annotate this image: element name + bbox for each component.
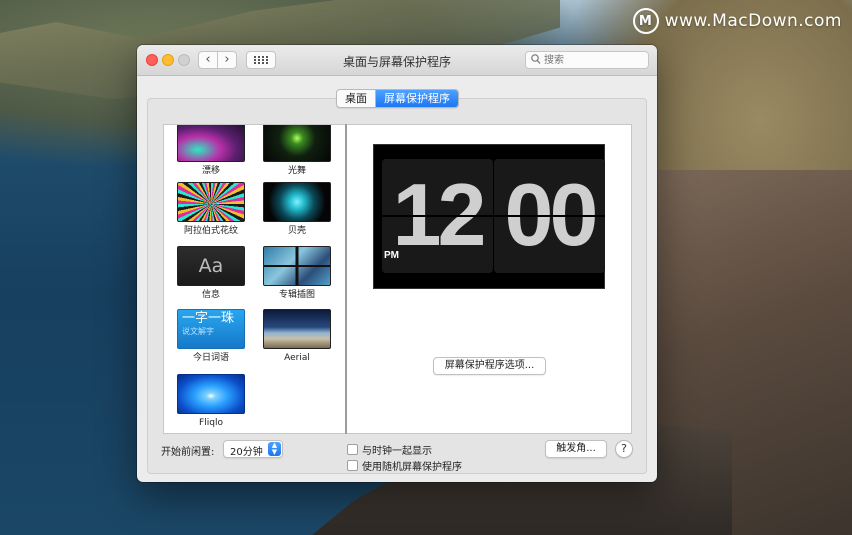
saver-label: 贝壳 — [287, 226, 306, 236]
start-after-value: 20分钟 — [230, 447, 263, 458]
checkbox-box[interactable] — [347, 460, 358, 471]
saver-label: 阿拉伯式花纹 — [183, 226, 238, 236]
fliqlo-thumbnail — [177, 374, 245, 414]
checkbox-box[interactable] — [347, 444, 358, 455]
shell-thumbnail — [263, 182, 331, 222]
drift-thumbnail — [177, 125, 245, 162]
random-saver-checkbox[interactable]: 使用随机屏幕保护程序 — [347, 458, 462, 473]
word-thumb-text: 一字一珠 — [182, 311, 235, 326]
search-icon — [531, 54, 541, 64]
show-with-clock-checkbox[interactable]: 与时钟一起显示 — [347, 442, 432, 457]
preferences-window: ‹ › 桌面与屏幕保护程序 桌面 屏幕保护程序 — [137, 45, 657, 482]
checkbox-label: 与时钟一起显示 — [362, 446, 432, 457]
help-button[interactable]: ? — [615, 440, 633, 458]
word-of-day-thumbnail: 一字一珠 说文解字 — [177, 309, 245, 349]
album-artwork-thumbnail — [263, 246, 331, 286]
flip-clock-preview: 12 00 PM — [373, 144, 605, 289]
arabesque-thumbnail — [177, 182, 245, 222]
saver-item-fliqlo[interactable]: Fliqlo — [168, 374, 254, 429]
minute-card: 00 — [494, 159, 605, 273]
title-bar: ‹ › 桌面与屏幕保护程序 — [137, 45, 657, 76]
saver-item-arabesque[interactable]: 阿拉伯式花纹 — [168, 182, 254, 237]
saver-item-flurry[interactable]: 光舞 — [254, 125, 340, 177]
card-seam — [494, 215, 605, 217]
saver-label: Aerial — [284, 353, 310, 363]
saver-label: 信息 — [201, 290, 220, 300]
start-after-label: 开始前闲置: — [161, 447, 215, 458]
ampm-label: PM — [384, 250, 399, 261]
watermark: M www.MacDown.com — [632, 8, 842, 34]
tab-desktop[interactable]: 桌面 — [337, 90, 375, 107]
message-thumbnail: Aa — [177, 246, 245, 286]
saver-item-shell[interactable]: 贝壳 — [254, 182, 340, 237]
saver-label: 专辑插图 — [278, 290, 315, 300]
saver-item-word-of-day[interactable]: 一字一珠 说文解字 今日词语 — [168, 309, 254, 364]
tab-screen-saver[interactable]: 屏幕保护程序 — [375, 90, 458, 107]
search-input[interactable] — [544, 53, 644, 67]
hot-corners-button[interactable]: 触发角... — [545, 440, 607, 458]
saver-item-aerial[interactable]: Aerial — [254, 309, 340, 364]
tab-bar: 桌面 屏幕保护程序 — [336, 89, 459, 108]
checkbox-label: 使用随机屏幕保护程序 — [362, 462, 462, 473]
screen-saver-list[interactable]: 漂移 光舞 阿拉伯式花纹 贝壳 Aa 信息 专辑插图 一字一珠 说文解字 今日词 — [163, 124, 346, 434]
saver-item-drift[interactable]: 漂移 — [168, 125, 254, 177]
aerial-thumbnail — [263, 309, 331, 349]
search-field[interactable] — [525, 51, 649, 69]
saver-label: 漂移 — [201, 166, 220, 176]
chevron-updown-icon: ▲ ▼ — [268, 442, 281, 456]
saver-item-album-artwork[interactable]: 专辑插图 — [254, 246, 340, 301]
watermark-text: www.MacDown.com — [664, 11, 842, 31]
word-thumb-sub: 说文解字 — [182, 327, 214, 336]
pane-divider[interactable] — [345, 124, 347, 434]
watermark-logo-icon: M — [632, 8, 659, 34]
screen-saver-options-button[interactable]: 屏幕保护程序选项... — [433, 357, 546, 375]
card-seam — [382, 215, 493, 217]
flurry-thumbnail — [263, 125, 331, 162]
start-after-select[interactable]: 20分钟 ▲ ▼ — [223, 440, 283, 458]
saver-label: 今日词语 — [192, 353, 229, 363]
saver-label: 光舞 — [287, 166, 306, 176]
saver-label: Fliqlo — [199, 418, 223, 428]
saver-item-message[interactable]: Aa 信息 — [168, 246, 254, 301]
